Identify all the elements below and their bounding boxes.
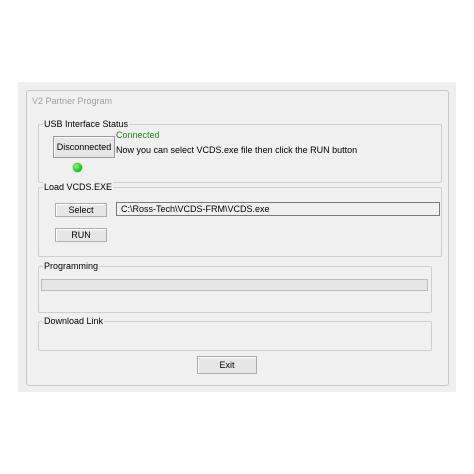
select-button[interactable]: Select: [55, 203, 107, 217]
download-link-group: Download Link: [38, 315, 432, 351]
programming-group-label: Programming: [43, 260, 100, 272]
disconnected-button[interactable]: Disconnected: [53, 136, 115, 158]
status-message: Now you can select VCDS.exe file then cl…: [116, 145, 358, 155]
load-vcds-group-label: Load VCDS.EXE: [43, 181, 114, 193]
connection-led-icon: [73, 163, 82, 172]
exit-button[interactable]: Exit: [197, 356, 257, 374]
download-link-group-label: Download Link: [43, 315, 105, 327]
run-button[interactable]: RUN: [55, 228, 107, 242]
app-window: V2 Partner Program USB Interface Status …: [26, 90, 449, 386]
connection-status-text: Connected: [116, 130, 160, 140]
usb-status-group-label: USB Interface Status: [43, 118, 130, 130]
usb-status-group: USB Interface Status Disconnected Connec…: [38, 118, 442, 183]
programming-group: Programming: [38, 260, 432, 313]
load-vcds-group: Load VCDS.EXE Select RUN: [38, 181, 442, 257]
programming-progress-bar: [41, 279, 428, 291]
window-title: V2 Partner Program: [32, 96, 113, 106]
vcds-path-field[interactable]: [116, 202, 440, 216]
